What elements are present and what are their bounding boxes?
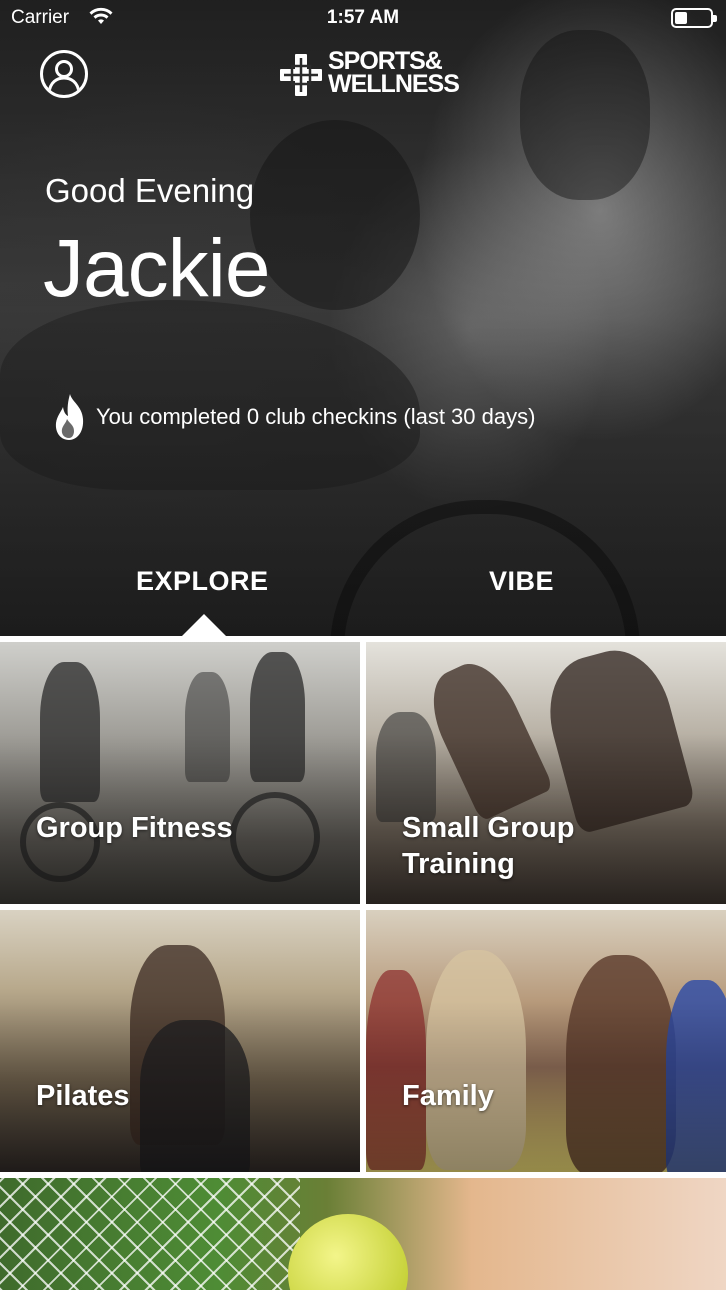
app-logo: SPORTS& WELLNESS: [278, 49, 460, 100]
battery-icon: [671, 8, 717, 28]
clock: 1:57 AM: [326, 7, 400, 28]
photo-tennis-ball: [288, 1214, 408, 1290]
tile-family[interactable]: Family: [366, 910, 726, 1172]
hero-banner: Carrier 1:57 AM SPORTS& WELLNESS Good Ev…: [0, 0, 726, 636]
status-bar: Carrier 1:57 AM: [0, 0, 726, 38]
tile-group-fitness[interactable]: Group Fitness: [0, 642, 360, 904]
checkins-summary: You completed 0 club checkins (last 30 d…: [52, 392, 535, 442]
tab-explore[interactable]: EXPLORE: [136, 566, 269, 597]
tile-small-group-training[interactable]: Small Group Training: [366, 642, 726, 904]
tile-label: Pilates: [36, 1080, 130, 1112]
greeting-text: Good Evening: [45, 172, 255, 209]
tile-label: Group Fitness: [36, 812, 233, 844]
user-name: Jackie: [43, 223, 270, 314]
selected-tab-indicator: [181, 614, 227, 636]
tab-vibe[interactable]: VIBE: [489, 566, 554, 597]
tile-label: Family: [402, 1080, 494, 1112]
logo-cross-icon: [280, 54, 322, 96]
checkins-text: You completed 0 club checkins (last 30 d…: [96, 404, 536, 429]
profile-button[interactable]: [40, 50, 88, 98]
person-circle-icon: [47, 60, 81, 94]
logo-line2: WELLNESS: [328, 70, 460, 98]
tile-tennis[interactable]: [0, 1178, 726, 1290]
tile-pilates[interactable]: Pilates: [0, 910, 360, 1172]
photo-tennis-net: [0, 1178, 300, 1290]
logo-text: SPORTS& WELLNESS: [328, 49, 460, 98]
tile-label: Small Group Training: [402, 812, 575, 880]
flame-icon: [55, 394, 84, 440]
